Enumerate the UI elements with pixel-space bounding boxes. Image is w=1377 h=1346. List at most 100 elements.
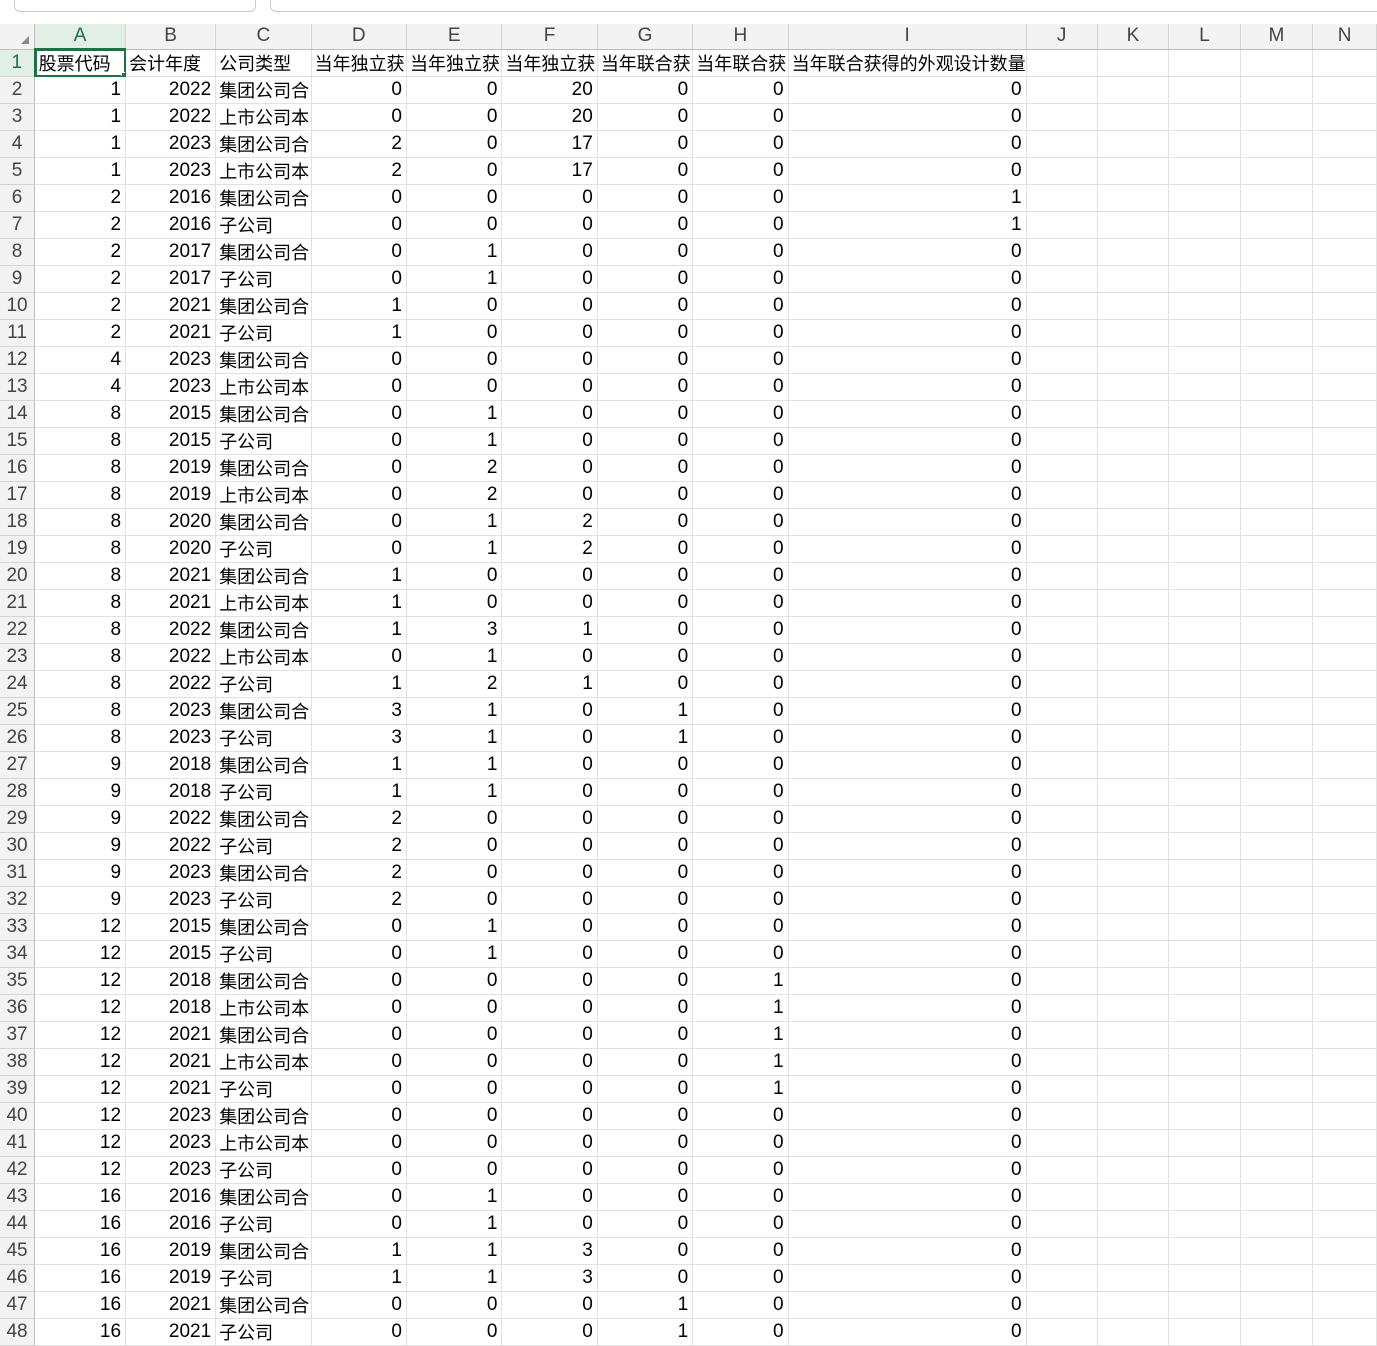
cell-g47[interactable]: 1 bbox=[597, 1291, 694, 1319]
cell-m9[interactable] bbox=[1240, 265, 1314, 293]
cell-m42[interactable] bbox=[1240, 1156, 1314, 1184]
cell-i11[interactable]: 0 bbox=[788, 319, 1027, 347]
cell-h7[interactable]: 0 bbox=[692, 211, 789, 239]
cell-k5[interactable] bbox=[1097, 157, 1170, 185]
cell-e10[interactable]: 0 bbox=[406, 292, 503, 320]
cell-d15[interactable]: 0 bbox=[311, 427, 408, 455]
cell-a23[interactable]: 8 bbox=[34, 643, 127, 671]
cell-j21[interactable] bbox=[1026, 589, 1098, 617]
cell-f7[interactable]: 0 bbox=[501, 211, 598, 239]
cell-e45[interactable]: 1 bbox=[406, 1237, 503, 1265]
cell-a34[interactable]: 12 bbox=[34, 940, 127, 968]
cell-c22[interactable]: 集团公司合 bbox=[215, 616, 312, 644]
cell-f6[interactable]: 0 bbox=[501, 184, 598, 212]
cell-f13[interactable]: 0 bbox=[501, 373, 598, 401]
cell-b12[interactable]: 2023 bbox=[125, 346, 217, 374]
cell-g19[interactable]: 0 bbox=[597, 535, 694, 563]
cell-f38[interactable]: 0 bbox=[501, 1048, 598, 1076]
cell-l6[interactable] bbox=[1168, 184, 1241, 212]
cell-c14[interactable]: 集团公司合 bbox=[215, 400, 312, 428]
cell-h38[interactable]: 1 bbox=[692, 1048, 789, 1076]
cell-l4[interactable] bbox=[1168, 130, 1241, 158]
cell-i12[interactable]: 0 bbox=[788, 346, 1027, 374]
cell-n30[interactable] bbox=[1312, 832, 1377, 860]
row-header[interactable]: 39 bbox=[0, 1075, 36, 1103]
cell-f18[interactable]: 2 bbox=[501, 508, 598, 536]
cell-b45[interactable]: 2019 bbox=[125, 1237, 217, 1265]
cell-m4[interactable] bbox=[1240, 130, 1314, 158]
cell-l44[interactable] bbox=[1168, 1210, 1241, 1238]
cell-c9[interactable]: 子公司 bbox=[215, 265, 312, 293]
cell-k48[interactable] bbox=[1097, 1318, 1170, 1346]
cell-c5[interactable]: 上市公司本 bbox=[215, 157, 312, 185]
cell-g42[interactable]: 0 bbox=[597, 1156, 694, 1184]
cell-d46[interactable]: 1 bbox=[311, 1264, 408, 1292]
cell-n35[interactable] bbox=[1312, 967, 1377, 995]
cell-j43[interactable] bbox=[1026, 1183, 1098, 1211]
cell-d21[interactable]: 1 bbox=[311, 589, 408, 617]
cell-l21[interactable] bbox=[1168, 589, 1241, 617]
cell-f47[interactable]: 0 bbox=[501, 1291, 598, 1319]
cell-b23[interactable]: 2022 bbox=[125, 643, 217, 671]
cell-h9[interactable]: 0 bbox=[692, 265, 789, 293]
row-header[interactable]: 5 bbox=[0, 157, 36, 185]
cell-n6[interactable] bbox=[1312, 184, 1377, 212]
cell-n14[interactable] bbox=[1312, 400, 1377, 428]
column-header-l[interactable]: L bbox=[1168, 24, 1241, 50]
cell-k1[interactable] bbox=[1097, 49, 1170, 77]
cell-j32[interactable] bbox=[1026, 886, 1098, 914]
cell-l47[interactable] bbox=[1168, 1291, 1241, 1319]
cell-k42[interactable] bbox=[1097, 1156, 1170, 1184]
cell-l14[interactable] bbox=[1168, 400, 1241, 428]
cell-l39[interactable] bbox=[1168, 1075, 1241, 1103]
cell-l15[interactable] bbox=[1168, 427, 1241, 455]
cell-b10[interactable]: 2021 bbox=[125, 292, 217, 320]
cell-g20[interactable]: 0 bbox=[597, 562, 694, 590]
row-header[interactable]: 32 bbox=[0, 886, 36, 914]
cell-n5[interactable] bbox=[1312, 157, 1377, 185]
cell-g37[interactable]: 0 bbox=[597, 1021, 694, 1049]
cell-l46[interactable] bbox=[1168, 1264, 1241, 1292]
cell-l30[interactable] bbox=[1168, 832, 1241, 860]
cell-e41[interactable]: 0 bbox=[406, 1129, 503, 1157]
cell-c43[interactable]: 集团公司合 bbox=[215, 1183, 312, 1211]
cell-f32[interactable]: 0 bbox=[501, 886, 598, 914]
cell-a20[interactable]: 8 bbox=[34, 562, 127, 590]
cell-n18[interactable] bbox=[1312, 508, 1377, 536]
cell-d28[interactable]: 1 bbox=[311, 778, 408, 806]
cell-l38[interactable] bbox=[1168, 1048, 1241, 1076]
cell-k14[interactable] bbox=[1097, 400, 1170, 428]
cell-m24[interactable] bbox=[1240, 670, 1314, 698]
cell-a3[interactable]: 1 bbox=[34, 103, 127, 131]
cell-c47[interactable]: 集团公司合 bbox=[215, 1291, 312, 1319]
cell-c34[interactable]: 子公司 bbox=[215, 940, 312, 968]
cell-f10[interactable]: 0 bbox=[501, 292, 598, 320]
cell-g15[interactable]: 0 bbox=[597, 427, 694, 455]
row-header[interactable]: 44 bbox=[0, 1210, 36, 1238]
cell-e42[interactable]: 0 bbox=[406, 1156, 503, 1184]
cell-n37[interactable] bbox=[1312, 1021, 1377, 1049]
cell-f36[interactable]: 0 bbox=[501, 994, 598, 1022]
cell-b4[interactable]: 2023 bbox=[125, 130, 217, 158]
cell-a1[interactable]: 股票代码 bbox=[34, 49, 127, 77]
cell-l1[interactable] bbox=[1168, 49, 1241, 77]
cell-b40[interactable]: 2023 bbox=[125, 1102, 217, 1130]
cell-n43[interactable] bbox=[1312, 1183, 1377, 1211]
cell-i2[interactable]: 0 bbox=[788, 76, 1027, 104]
cell-n1[interactable] bbox=[1312, 49, 1377, 77]
cell-g21[interactable]: 0 bbox=[597, 589, 694, 617]
cell-g31[interactable]: 0 bbox=[597, 859, 694, 887]
cell-n29[interactable] bbox=[1312, 805, 1377, 833]
cell-b8[interactable]: 2017 bbox=[125, 238, 217, 266]
cell-f5[interactable]: 17 bbox=[501, 157, 598, 185]
cell-a48[interactable]: 16 bbox=[34, 1318, 127, 1346]
cell-a26[interactable]: 8 bbox=[34, 724, 127, 752]
cell-h44[interactable]: 0 bbox=[692, 1210, 789, 1238]
cell-b44[interactable]: 2016 bbox=[125, 1210, 217, 1238]
cell-b18[interactable]: 2020 bbox=[125, 508, 217, 536]
column-header-a[interactable]: A bbox=[34, 24, 127, 50]
cell-f28[interactable]: 0 bbox=[501, 778, 598, 806]
cell-k23[interactable] bbox=[1097, 643, 1170, 671]
select-all-corner[interactable] bbox=[0, 24, 36, 50]
cell-c30[interactable]: 子公司 bbox=[215, 832, 312, 860]
